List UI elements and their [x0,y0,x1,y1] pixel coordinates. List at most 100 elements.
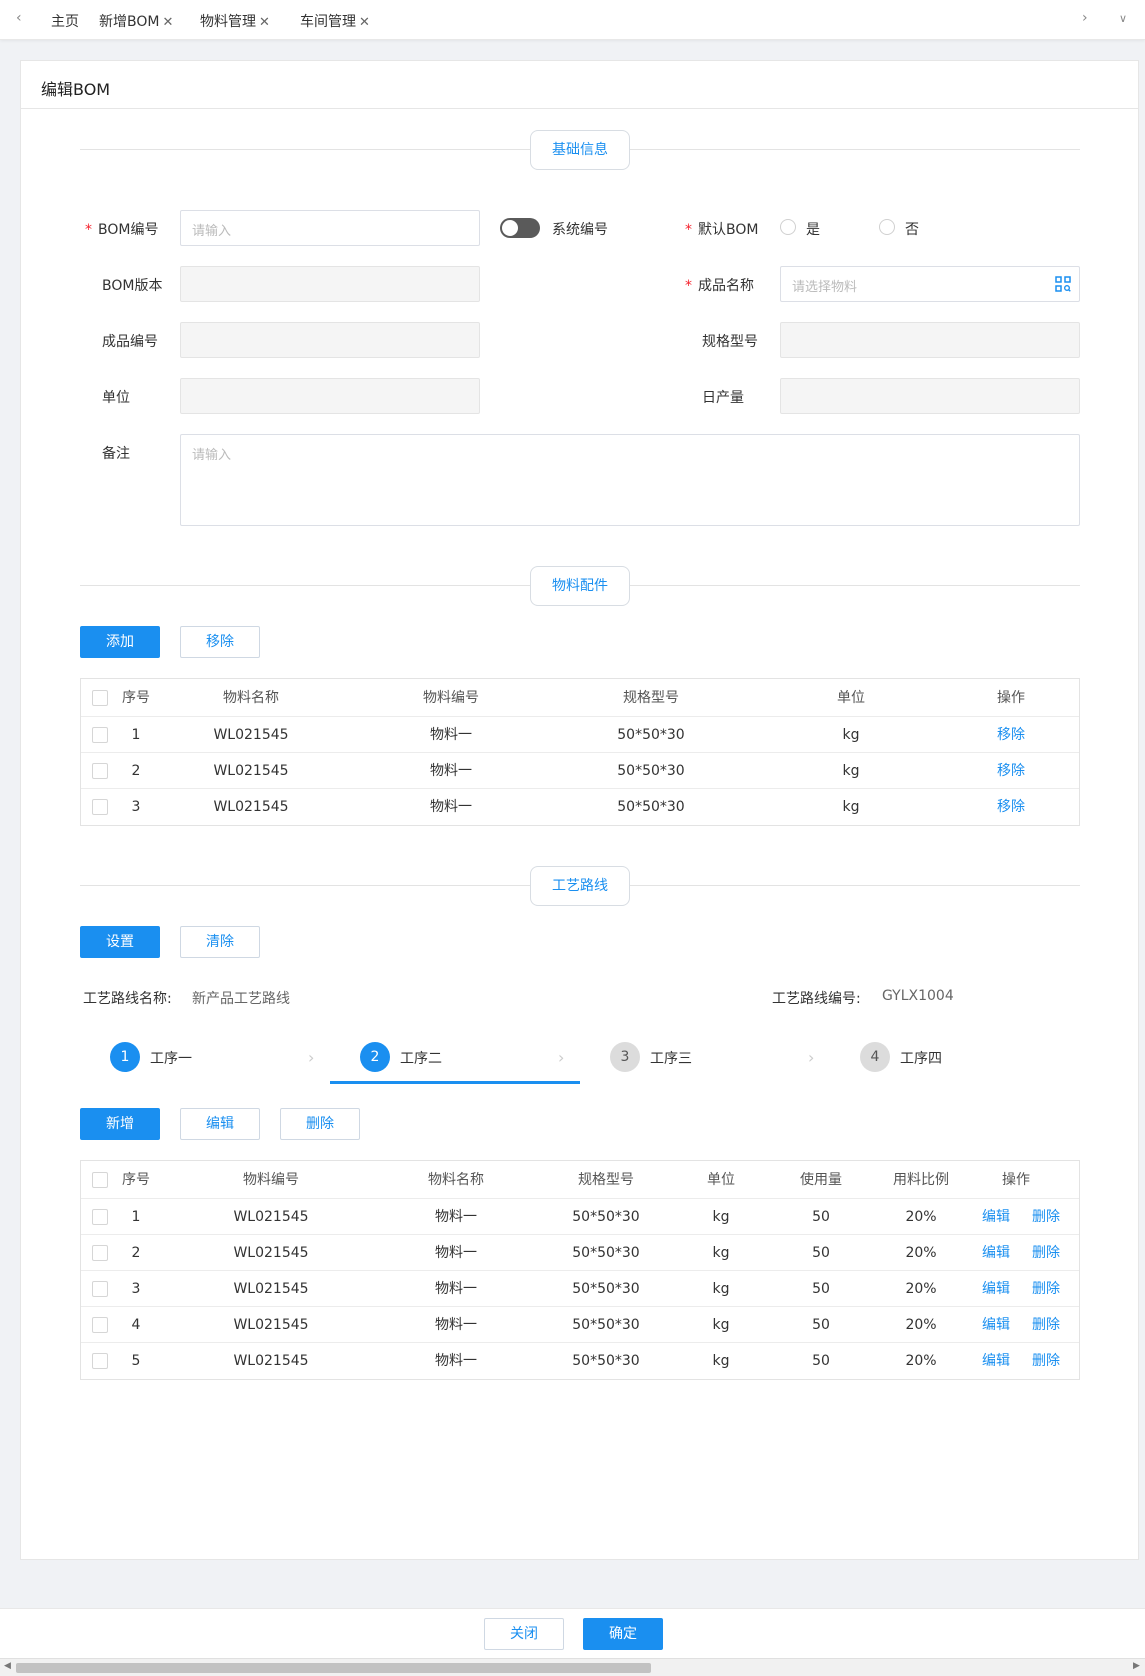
row-checkbox[interactable] [92,1245,108,1261]
new-process-material-button[interactable]: 新增 [80,1108,160,1140]
close-icon[interactable]: ✕ [259,15,270,30]
set-route-button[interactable]: 设置 [80,926,160,958]
bom-version-field [180,266,480,302]
remove-link[interactable]: 移除 [981,717,1041,752]
chevron-right-icon[interactable]: › [1082,10,1088,26]
materials-table: 序号 物料名称 物料编号 规格型号 单位 操作 1 WL021545 物料一 5… [80,678,1080,826]
select-all-checkbox[interactable] [92,690,108,706]
required-mark: * [685,278,692,294]
edit-link[interactable]: 编辑 [981,1343,1011,1379]
cell-ratio: 20% [905,1209,937,1225]
delete-link[interactable]: 删除 [1031,1307,1061,1342]
qr-scan-icon[interactable] [1055,276,1071,292]
cell-ratio: 20% [905,1281,937,1297]
cell-qty: 50 [812,1353,830,1369]
col-header: 操作 [997,690,1025,706]
delete-link[interactable]: 删除 [1031,1271,1061,1306]
tab-home[interactable]: 主页 [51,11,79,31]
cell-spec: 50*50*30 [572,1209,640,1225]
close-icon[interactable]: ✕ [359,15,370,30]
edit-link[interactable]: 编辑 [981,1199,1011,1234]
row-checkbox[interactable] [92,1281,108,1297]
step-1[interactable]: 1 工序一 [110,1042,310,1082]
chevron-down-icon[interactable]: ∨ [1119,12,1127,25]
system-no-label: 系统编号 [552,222,608,238]
remark-textarea[interactable]: 请输入 [180,434,1080,526]
remove-link[interactable]: 移除 [981,753,1041,788]
add-material-button[interactable]: 添加 [80,626,160,658]
bom-no-input[interactable]: 请输入 [180,210,480,246]
step-label: 工序四 [900,1051,942,1067]
table-row: 1 WL021545 物料一 50*50*30 kg 50 20% 编辑 删除 [81,1199,1079,1235]
cell-code: 物料一 [430,727,472,743]
edit-link[interactable]: 编辑 [981,1235,1011,1270]
product-name-select[interactable]: 请选择物料 [780,266,1080,302]
tab-new-bom[interactable]: 新增BOM ✕ [99,11,173,31]
row-checkbox[interactable] [92,1353,108,1369]
cell-name: WL021545 [213,763,289,779]
table-row: 2 WL021545 物料一 50*50*30 kg 50 20% 编辑 删除 [81,1235,1079,1271]
delete-link[interactable]: 删除 [1031,1343,1061,1379]
cell-spec: 50*50*30 [617,763,685,779]
cell-code: WL021545 [233,1353,309,1369]
cell-spec: 50*50*30 [572,1245,640,1261]
cell-no: 3 [131,799,141,815]
step-number: 1 [110,1042,140,1072]
no-label: 否 [905,222,919,238]
edit-link[interactable]: 编辑 [981,1307,1011,1342]
delete-link[interactable]: 删除 [1031,1235,1061,1270]
col-header: 用料比例 [893,1172,949,1188]
cell-name: 物料一 [435,1245,477,1261]
step-4[interactable]: 4 工序四 [860,1042,1060,1082]
chevron-left-icon[interactable]: ‹ [16,10,22,26]
row-checkbox[interactable] [92,1317,108,1333]
delete-link[interactable]: 删除 [1031,1199,1061,1234]
cell-spec: 50*50*30 [572,1353,640,1369]
scroll-left-icon[interactable]: ◀ [4,1661,11,1671]
cell-code: WL021545 [233,1245,309,1261]
row-checkbox[interactable] [92,799,108,815]
default-bom-label: * 默认BOM [685,219,758,239]
default-bom-yes-radio[interactable] [780,219,796,235]
tab-label: 主页 [51,14,79,30]
cell-no: 3 [131,1281,141,1297]
select-all-checkbox[interactable] [92,1172,108,1188]
scrollbar-thumb[interactable] [16,1663,651,1673]
horizontal-scrollbar[interactable]: ◀ ▶ [0,1658,1145,1676]
system-number-toggle[interactable] [500,218,540,238]
confirm-button[interactable]: 确定 [583,1618,663,1650]
remove-material-button[interactable]: 移除 [180,626,260,658]
tab-bar: ‹ 主页 新增BOM ✕ 物料管理 ✕ 车间管理 ✕ › ∨ [0,0,1145,40]
cell-name: WL021545 [213,727,289,743]
col-header: 物料名称 [223,690,279,706]
edit-link[interactable]: 编辑 [981,1271,1011,1306]
table-row: 3 WL021545 物料一 50*50*30 kg 移除 [81,789,1079,825]
cell-unit: kg [842,799,860,815]
cell-code: WL021545 [233,1209,309,1225]
delete-process-material-button[interactable]: 删除 [280,1108,360,1140]
row-checkbox[interactable] [92,1209,108,1225]
chevron-right-icon: › [558,1048,565,1067]
row-checkbox[interactable] [92,763,108,779]
step-3[interactable]: 3 工序三 [610,1042,810,1082]
row-checkbox[interactable] [92,727,108,743]
clear-route-button[interactable]: 清除 [180,926,260,958]
step-number: 3 [610,1042,640,1072]
col-header: 序号 [122,690,150,706]
table-header: 序号 物料名称 物料编号 规格型号 单位 操作 [81,679,1079,717]
active-step-indicator [330,1081,580,1084]
scroll-right-icon[interactable]: ▶ [1133,1661,1140,1671]
daily-output-label: 日产量 [702,390,744,406]
product-no-label: 成品编号 [102,334,158,350]
cell-unit: kg [842,763,860,779]
step-2[interactable]: 2 工序二 [360,1042,560,1082]
close-button[interactable]: 关闭 [484,1618,564,1650]
close-icon[interactable]: ✕ [162,15,173,30]
edit-process-material-button[interactable]: 编辑 [180,1108,260,1140]
default-bom-no-radio[interactable] [879,219,895,235]
tab-material-management[interactable]: 物料管理 ✕ [200,11,270,31]
tab-workshop-management[interactable]: 车间管理 ✕ [300,11,370,31]
cell-spec: 50*50*30 [617,799,685,815]
remove-link[interactable]: 移除 [981,789,1041,825]
cell-qty: 50 [812,1209,830,1225]
